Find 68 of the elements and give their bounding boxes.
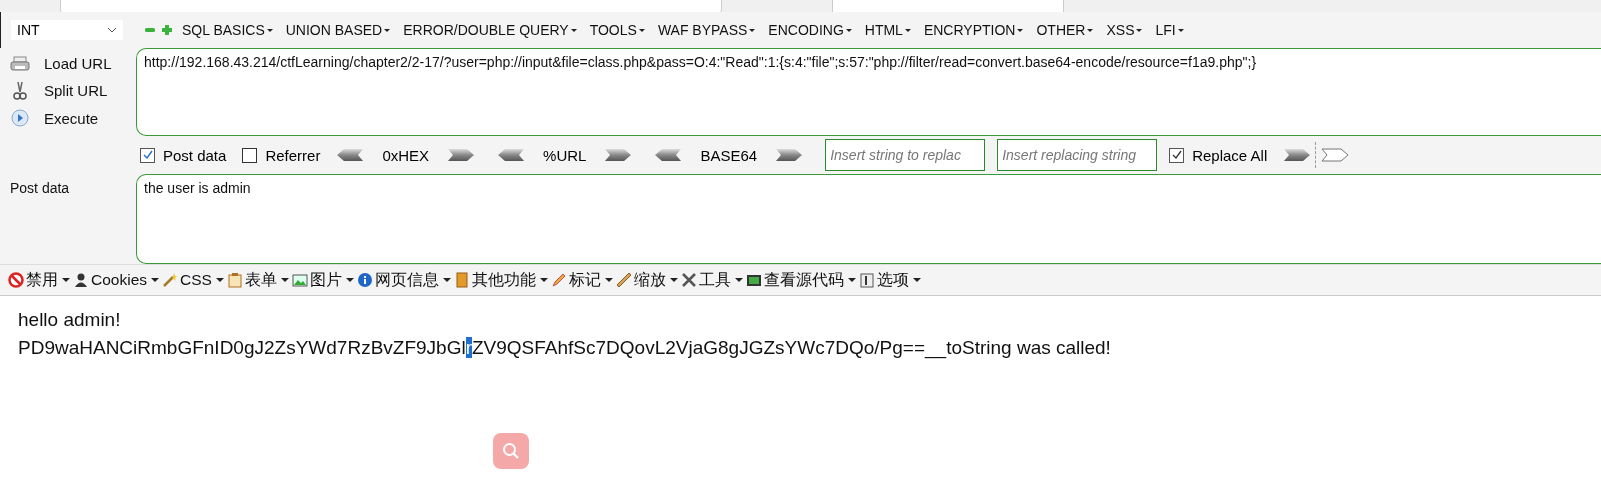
play-icon [10,108,30,129]
prohibited-icon [8,272,24,288]
checkbox[interactable] [1169,147,1185,163]
checkbox-label: Post data [163,146,227,164]
toolbar-button[interactable]: 表单 [226,269,289,291]
menu-button[interactable]: XSS [1102,22,1147,38]
magic-wand-icon [162,272,178,288]
post-data-label: Post data [10,180,71,196]
toolbar-button[interactable]: CSS [162,271,224,289]
encode-arrow-icon[interactable] [447,148,476,162]
page-text: PD9waHANCiRmbGFnID0gJ2ZsYWd7RzBvZF9JbGlrZV9QSFAhfSc7DQovL2VjaG8gJGZsYWc7DQo/Pg==__toString was called! [18,336,1112,361]
menu-button[interactable]: WAF BYPASS [653,22,760,38]
decode-arrow-icon[interactable] [497,148,526,162]
replace-arrow-icon[interactable] [1283,148,1312,162]
menu-button[interactable]: UNION BASED [281,22,395,38]
action-button[interactable]: Execute [44,109,99,127]
checkbox[interactable] [242,147,258,163]
pencil-icon [550,272,567,288]
info-icon [356,272,373,288]
page-text: hello admin! [18,308,122,332]
toolbar-button[interactable]: 查看源代码 [745,269,856,291]
person-icon [73,272,89,288]
toolbar-button[interactable]: 其他功能 [453,269,548,291]
scissors-icon [10,81,30,101]
image-icon [291,272,308,288]
book-icon [453,272,470,288]
toolbar-button[interactable]: 禁用 [8,269,70,291]
action-button[interactable]: Load URL [44,55,112,73]
checkbox-label: Referrer [265,146,321,164]
search-icon [501,441,521,461]
toolbar-button[interactable]: 网页信息 [356,269,451,291]
toolbar-button[interactable]: Cookies [73,271,159,289]
checkbox-label: Replace All [1192,146,1268,164]
menu-button[interactable]: SQL BASICS [178,22,277,38]
post-data-field[interactable]: the user is admin [136,174,1601,264]
toolbar-button[interactable]: 图片 [291,269,354,291]
encoder-label: %URL [543,146,587,164]
tools-icon [680,272,697,288]
type-select[interactable]: INT [11,20,123,40]
replacement-field[interactable]: Insert replacing string [997,139,1158,171]
encoder-label: BASE64 [700,146,758,164]
action-button[interactable]: Split URL [44,82,108,100]
toolbar-button[interactable]: 缩放 [615,269,678,291]
encode-arrow-icon[interactable] [775,148,804,162]
decode-arrow-icon[interactable] [336,148,365,162]
menu-button[interactable]: ERROR/DOUBLE QUERY [399,22,581,38]
ruler-icon [615,272,632,288]
menu-button[interactable]: ENCRYPTION [919,22,1028,38]
encode-arrow-icon[interactable] [604,148,633,162]
menu-button[interactable]: LFI [1151,22,1188,38]
checkbox[interactable] [140,147,155,163]
chevron-icon [107,27,117,33]
menu-button[interactable]: OTHER [1032,22,1098,38]
menu-button[interactable]: TOOLS [585,22,649,38]
arrow-outline-icon[interactable] [1321,148,1350,162]
options-icon [858,272,875,288]
printer-icon [10,55,30,72]
replace-field[interactable]: Insert string to replac [825,139,986,171]
toolbar-button[interactable]: 标记 [550,269,613,291]
encoder-label: 0xHEX [382,146,430,164]
url-field[interactable]: http://192.168.43.214/ctfLearning/chapter2/2-17/?user=php://input&file=class.php&pass=O:4:"Read":1:{s:4:"file";s:57:"php://filter/read=convert.base64-encode/resource=f1a9.php";} [136,48,1601,136]
menu-button[interactable]: ENCODING [764,22,856,38]
menu-button[interactable]: HTML [860,22,915,38]
clipboard-icon [226,272,243,288]
toolbar-button[interactable]: 选项 [858,269,921,291]
decode-arrow-icon[interactable] [654,148,683,162]
toolbar-button[interactable]: 工具 [680,269,743,291]
monitor-icon [745,272,762,288]
